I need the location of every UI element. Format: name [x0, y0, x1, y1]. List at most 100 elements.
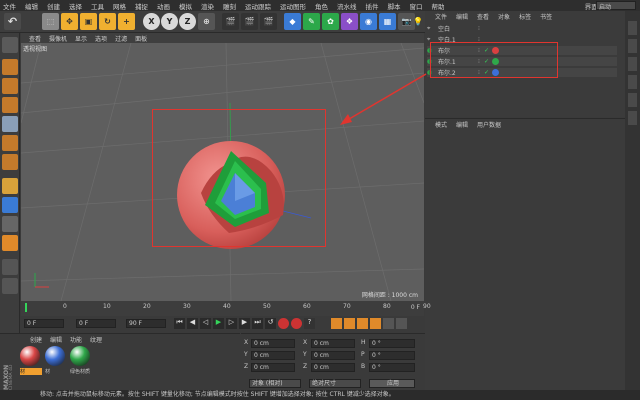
key-scale-icon[interactable]: [344, 318, 355, 329]
rotate-tool-icon[interactable]: ↻: [99, 13, 116, 30]
axis-mode-icon[interactable]: [2, 178, 18, 194]
coord-field[interactable]: 0 cm: [311, 351, 355, 360]
key-rotation-icon[interactable]: [357, 318, 368, 329]
side-tab-3[interactable]: [628, 75, 637, 89]
coord-size-select[interactable]: 绝对尺寸: [309, 379, 361, 388]
material-swatch[interactable]: 材: [20, 346, 42, 380]
layout-select[interactable]: 启动: [596, 1, 636, 11]
playhead[interactable]: [25, 303, 27, 312]
texture-mode-icon[interactable]: [2, 78, 18, 94]
snap-icon[interactable]: [2, 216, 18, 232]
object-menu-item-5[interactable]: 书签: [540, 12, 552, 21]
object-row[interactable]: ⌖ 空白 ⁝: [427, 24, 617, 34]
menu-item-13[interactable]: 角色: [315, 1, 328, 11]
menu-item-6[interactable]: 捕捉: [135, 1, 148, 11]
side-tab-0[interactable]: [628, 21, 637, 35]
coord-field[interactable]: 0 cm: [251, 339, 295, 348]
coord-field[interactable]: 0 °: [369, 351, 415, 360]
next-key-icon[interactable]: ▶: [239, 318, 250, 329]
key-pla-icon[interactable]: [383, 318, 394, 329]
attributes-menu-item-0[interactable]: 模式: [435, 120, 447, 129]
array-icon[interactable]: ❖: [341, 13, 358, 30]
side-tab-5[interactable]: [628, 111, 637, 125]
material-menu-item-2[interactable]: 功能: [70, 335, 82, 344]
menu-item-10[interactable]: 雕刻: [223, 1, 236, 11]
current-frame-field[interactable]: 0 F: [76, 319, 116, 328]
viewport-menu-item-5[interactable]: 面板: [135, 34, 147, 43]
coord-mode-select[interactable]: 对象 (相对): [249, 379, 301, 388]
object-menu-item-3[interactable]: 对象: [498, 12, 510, 21]
undo-icon[interactable]: ↶: [4, 13, 21, 30]
attributes-menu-item-1[interactable]: 编辑: [456, 120, 468, 129]
loop-icon[interactable]: ↺: [265, 318, 276, 329]
object-menu-item-0[interactable]: 文件: [435, 12, 447, 21]
menu-item-11[interactable]: 运动跟踪: [245, 1, 271, 11]
menu-item-1[interactable]: 编辑: [25, 1, 38, 11]
magnet-icon[interactable]: [2, 235, 18, 251]
menu-item-15[interactable]: 插件: [366, 1, 379, 11]
tweak-icon[interactable]: [2, 197, 18, 213]
coordinate-system-icon[interactable]: ⊕: [198, 13, 215, 30]
viewport-menu-item-2[interactable]: 显示: [75, 34, 87, 43]
end-frame-field[interactable]: 90 F: [126, 319, 166, 328]
menu-item-17[interactable]: 窗口: [410, 1, 423, 11]
coord-field[interactable]: 0 °: [369, 339, 415, 348]
attributes-menu-item-2[interactable]: 用户数据: [477, 120, 501, 129]
go-start-icon[interactable]: ⏮: [174, 318, 185, 329]
record-icon[interactable]: [278, 318, 289, 329]
material-swatch[interactable]: 材: [45, 346, 67, 380]
menu-item-7[interactable]: 动画: [157, 1, 170, 11]
model-mode-icon[interactable]: [2, 59, 18, 75]
cube-icon[interactable]: ◆: [284, 13, 301, 30]
viewport-menu-item-1[interactable]: 摄像机: [49, 34, 67, 43]
menu-item-8[interactable]: 模拟: [179, 1, 192, 11]
scene-icon[interactable]: ▦: [379, 13, 396, 30]
key-param-icon[interactable]: [370, 318, 381, 329]
play-icon[interactable]: ▶: [213, 318, 224, 329]
side-tab-4[interactable]: [628, 93, 637, 107]
material-menu-item-0[interactable]: 创建: [30, 335, 42, 344]
grid-icon[interactable]: [2, 259, 18, 275]
axis-x-button[interactable]: X: [143, 13, 160, 30]
material-menu-item-1[interactable]: 编辑: [50, 335, 62, 344]
render-region-icon[interactable]: 🎬: [241, 13, 258, 30]
light-icon[interactable]: 💡: [413, 13, 423, 30]
timeline-window-icon[interactable]: [396, 318, 407, 329]
material-swatch[interactable]: 绿色材质: [70, 346, 92, 380]
menu-item-2[interactable]: 创建: [47, 1, 60, 11]
apply-button[interactable]: 应用: [369, 379, 415, 388]
render-settings-icon[interactable]: 🎬: [260, 13, 277, 30]
menu-item-18[interactable]: 帮助: [432, 1, 445, 11]
viewport-menu-item-3[interactable]: 选项: [95, 34, 107, 43]
visibility-dots-icon[interactable]: ⁝: [478, 25, 484, 32]
keyframe-help-icon[interactable]: ?: [304, 318, 315, 329]
polygons-mode-icon[interactable]: [2, 154, 18, 170]
points-mode-icon[interactable]: [2, 116, 18, 132]
side-tab-1[interactable]: [628, 39, 637, 53]
viewport-menu-item-4[interactable]: 过滤: [115, 34, 127, 43]
menu-item-9[interactable]: 渲染: [201, 1, 214, 11]
render-view-icon[interactable]: 🎬: [222, 13, 239, 30]
go-end-icon[interactable]: ⏭: [252, 318, 263, 329]
menu-item-16[interactable]: 脚本: [388, 1, 401, 11]
prev-key-icon[interactable]: ◀: [187, 318, 198, 329]
move-tool-icon[interactable]: ✥: [61, 13, 78, 30]
prev-frame-icon[interactable]: ◁: [200, 318, 211, 329]
next-frame-icon[interactable]: ▷: [226, 318, 237, 329]
object-menu-item-1[interactable]: 编辑: [456, 12, 468, 21]
spline-icon[interactable]: ✎: [303, 13, 320, 30]
axis-z-button[interactable]: Z: [179, 13, 196, 30]
deformer-icon[interactable]: ◉: [360, 13, 377, 30]
scale-tool-icon[interactable]: ▣: [80, 13, 97, 30]
edges-mode-icon[interactable]: [2, 135, 18, 151]
coord-field[interactable]: 0 cm: [251, 351, 295, 360]
coord-field[interactable]: 0 cm: [311, 339, 355, 348]
coord-field[interactable]: 0 cm: [251, 363, 295, 372]
axis-y-button[interactable]: Y: [161, 13, 178, 30]
make-editable-icon[interactable]: [2, 37, 18, 53]
menu-item-4[interactable]: 工具: [91, 1, 104, 11]
menu-item-0[interactable]: 文件: [3, 1, 16, 11]
menu-item-14[interactable]: 流水线: [337, 1, 357, 11]
select-tool-icon[interactable]: ⬚: [42, 13, 59, 30]
viewport-menu-item-0[interactable]: 查看: [29, 34, 41, 43]
